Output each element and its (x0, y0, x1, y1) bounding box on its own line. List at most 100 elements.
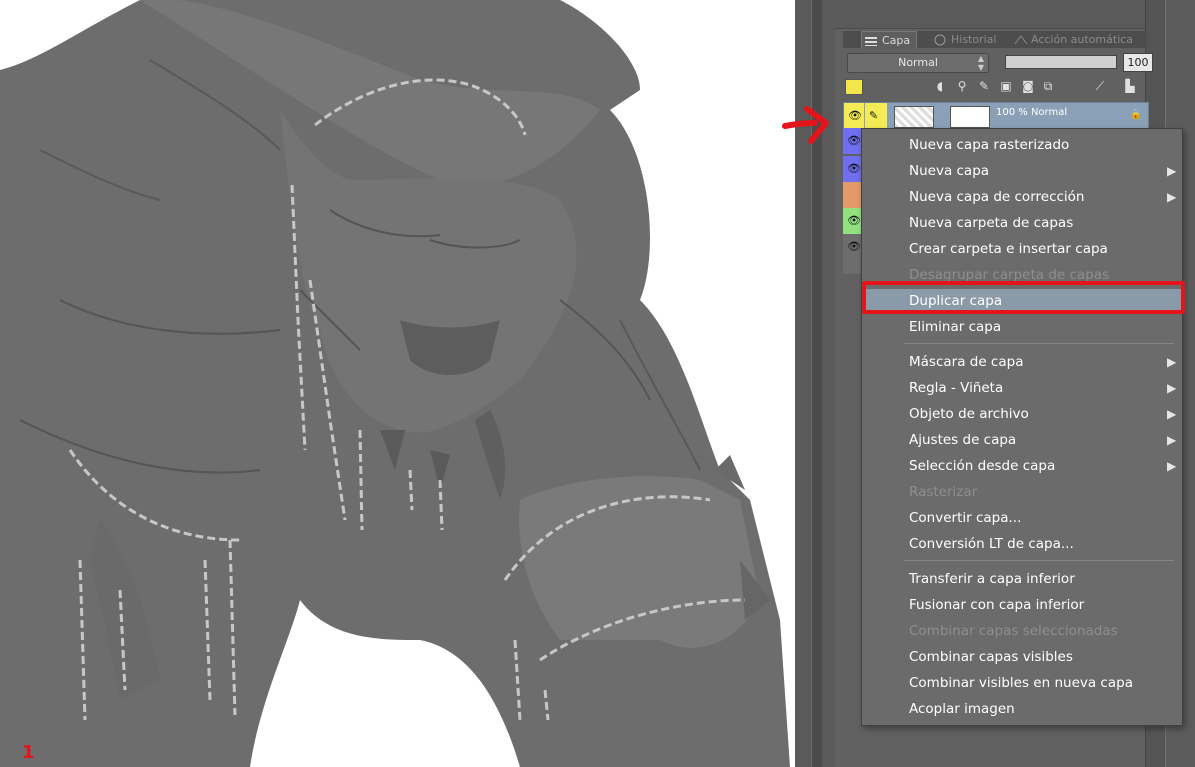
menu-item[interactable]: Nueva carpeta de capas (862, 211, 1182, 235)
menu-item-label: Ajustes de capa (909, 432, 1017, 448)
ruler-icon[interactable]: ⟋ (1093, 79, 1107, 93)
layer-color-strip[interactable]: 👁 (843, 234, 863, 274)
pen-icon[interactable]: ✎ (977, 79, 991, 93)
artwork-canvas[interactable] (0, 0, 795, 767)
layer-thumbnail (894, 106, 934, 128)
submenu-arrow-icon: ▶ (1167, 190, 1177, 204)
annotation-number: 1 (22, 742, 35, 763)
menu-item-label: Acoplar imagen (909, 701, 1015, 717)
auto-action-icon (1013, 34, 1029, 46)
menu-item-label: Nueva capa de corrección (909, 189, 1085, 205)
menu-item-label: Transferir a capa inferior (909, 571, 1075, 587)
menu-item[interactable]: Eliminar capa (862, 315, 1182, 339)
submenu-arrow-icon: ▶ (1167, 355, 1177, 369)
menu-item-label: Rasterizar (909, 484, 978, 500)
menu-item-label: Eliminar capa (909, 319, 1002, 335)
menu-item-label: Combinar capas seleccionadas (909, 623, 1118, 639)
tab-historial-label: Historial (951, 33, 997, 46)
submenu-arrow-icon: ▶ (1167, 164, 1177, 178)
menu-item[interactable]: Conversión LT de capa... (862, 532, 1182, 556)
menu-separator (904, 560, 1174, 561)
tab-accion-label: Acción automática (1031, 33, 1134, 46)
menu-item-label: Nueva carpeta de capas (909, 215, 1074, 231)
blend-row: Normal ▲ ▼ 100 (843, 52, 1153, 73)
eye-icon[interactable]: 👁 (847, 162, 861, 175)
panel-tabs: Capa Historial Acción automática (843, 31, 1147, 49)
opacity-value[interactable]: 100 (1123, 53, 1153, 72)
menu-item[interactable]: Nueva capa rasterizado (862, 133, 1182, 157)
submenu-arrow-icon: ▶ (1167, 459, 1177, 473)
annotation-arrow-icon (782, 106, 829, 144)
submenu-arrow-icon: ▶ (1167, 433, 1177, 447)
brush-icon: ✎ (869, 109, 879, 122)
blend-mode-value: Normal (898, 56, 938, 69)
tab-capa[interactable]: Capa (861, 31, 918, 49)
eye-icon[interactable]: 👁 (847, 134, 861, 147)
layers-icon (864, 35, 880, 47)
eye-icon[interactable]: 👁 (847, 214, 861, 227)
menu-item-label: Convertir capa... (909, 510, 1022, 526)
menu-item-label: Máscara de capa (909, 354, 1024, 370)
layer-color-strip[interactable] (843, 182, 863, 208)
menu-item-label: Combinar capas visibles (909, 649, 1073, 665)
tab-historial[interactable]: Historial (933, 31, 996, 48)
menu-item-label: Selección desde capa (909, 458, 1056, 474)
history-icon (933, 34, 949, 46)
layer-lock-icon[interactable]: 🔒 (1130, 109, 1142, 120)
menu-item-label: Nueva capa (909, 163, 990, 179)
tab-capa-label: Capa (882, 34, 911, 47)
layer-color-icon[interactable]: ▙ (1123, 79, 1137, 93)
submenu-arrow-icon: ▶ (1167, 407, 1177, 421)
menu-item[interactable]: Ajustes de capa ▶ (862, 428, 1182, 452)
menu-item[interactable]: Acoplar imagen (862, 697, 1182, 721)
submenu-arrow-icon: ▶ (1167, 381, 1177, 395)
menu-item-label: Nueva capa rasterizado (909, 137, 1070, 153)
select-arrows-icon: ▲ ▼ (977, 54, 984, 72)
mask-icon[interactable]: ◙ (1021, 79, 1035, 93)
menu-item-label: Combinar visibles en nueva capa (909, 675, 1133, 691)
layer-tool-row: ◖ ⚲ ✎ ▣ ◙ ⧉ ⟋ ▙ (843, 76, 1147, 98)
eye-icon[interactable]: 👁 (847, 240, 861, 253)
menu-item-label: Conversión LT de capa... (909, 536, 1074, 552)
layer-color-strip[interactable]: 👁 (843, 156, 863, 182)
menu-item: Combinar capas seleccionadas (862, 619, 1182, 643)
menu-item[interactable]: Selección desde capa ▶ (862, 454, 1182, 478)
menu-separator (904, 343, 1174, 344)
menu-item[interactable]: Convertir capa... (862, 506, 1182, 530)
menu-item: Rasterizar (862, 480, 1182, 504)
eye-icon: 👁 (848, 109, 862, 122)
opacity-slider[interactable] (1005, 55, 1117, 69)
lock-transparency-icon[interactable]: ▣ (999, 79, 1013, 93)
layer-color-strip[interactable]: 👁 (843, 208, 863, 234)
layer-edit-toggle[interactable]: ✎ (865, 103, 887, 129)
blend-mode-select[interactable]: Normal ▲ ▼ (847, 53, 989, 73)
menu-item-label: Objeto de archivo (909, 406, 1029, 422)
panel-top-strip (835, 0, 1165, 29)
menu-item-label: Fusionar con capa inferior (909, 597, 1085, 613)
menu-item[interactable]: Combinar visibles en nueva capa (862, 671, 1182, 695)
lock-icon[interactable]: ⚲ (955, 79, 969, 93)
menu-item[interactable]: Nueva capa ▶ (862, 159, 1182, 183)
menu-item[interactable]: Objeto de archivo ▶ (862, 402, 1182, 426)
layer-color-swatch[interactable] (845, 79, 863, 95)
layer-visibility[interactable]: 👁 (844, 103, 864, 129)
menu-item-label: Regla - Viñeta (909, 380, 1004, 396)
tab-accion-automatica[interactable]: Acción automática (1013, 31, 1133, 48)
highlight-outline (862, 281, 1185, 314)
layer-context-menu: Nueva capa rasterizado Nueva capa ▶ Nueva c… (861, 128, 1183, 726)
menu-item[interactable]: Combinar capas visibles (862, 645, 1182, 669)
menu-item[interactable]: Regla - Viñeta ▶ (862, 376, 1182, 400)
clip-icon[interactable]: ◖ (933, 79, 947, 93)
menu-item[interactable]: Nueva capa de corrección ▶ (862, 185, 1182, 209)
menu-item[interactable]: Fusionar con capa inferior (862, 593, 1182, 617)
menu-item[interactable]: Transferir a capa inferior (862, 567, 1182, 591)
menu-item[interactable]: Crear carpeta e insertar capa (862, 237, 1182, 261)
creature-illustration (0, 0, 790, 767)
menu-item[interactable]: Máscara de capa ▶ (862, 350, 1182, 374)
menu-item-label: Crear carpeta e insertar capa (909, 241, 1108, 257)
layer-opacity-mode: 100 % Normal (996, 107, 1068, 118)
layer-color-strip[interactable]: 👁 (843, 128, 863, 154)
layer-row-selected[interactable]: 👁 ✎ 100 % Normal 🔒 (843, 102, 1149, 130)
layer-mask-thumbnail (950, 106, 990, 128)
reference-icon[interactable]: ⧉ (1041, 79, 1055, 93)
